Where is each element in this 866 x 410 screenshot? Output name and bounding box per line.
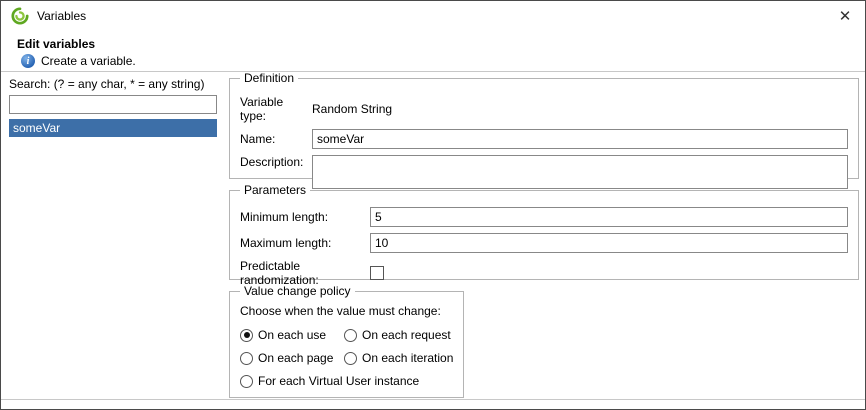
radio-label: On each use [258, 328, 326, 342]
radio-label: On each iteration [362, 351, 453, 365]
radio-label: On each page [258, 351, 333, 365]
list-item[interactable]: someVar [9, 119, 217, 137]
variable-type-value: Random String [312, 102, 848, 116]
window-title: Variables [37, 9, 86, 23]
name-label: Name: [240, 132, 312, 146]
name-input[interactable] [312, 129, 848, 149]
maximum-length-row: Maximum length: [240, 233, 848, 253]
radio-button-icon [344, 352, 357, 365]
radio-on-each-use[interactable]: On each use [240, 328, 344, 342]
variable-type-row: Variable type: Random String [240, 95, 848, 123]
variable-list[interactable]: someVar [9, 119, 217, 401]
footer-separator [1, 399, 865, 400]
policy-prompt: Choose when the value must change: [240, 304, 453, 318]
variable-type-label: Variable type: [240, 95, 312, 123]
list-item-label: someVar [13, 121, 60, 135]
value-change-policy-group: Value change policy Choose when the valu… [229, 284, 464, 398]
predictable-randomization-checkbox[interactable]: ✓ [370, 266, 384, 280]
radio-button-icon [240, 329, 253, 342]
minimum-length-input[interactable] [370, 207, 848, 227]
search-label: Search: (? = any char, * = any string) [9, 77, 217, 91]
definition-group: Definition Variable type: Random String … [229, 71, 859, 179]
parameters-group: Parameters Minimum length: Maximum lengt… [229, 183, 859, 280]
policy-options: On each use On each request On each page… [240, 328, 453, 388]
predictable-randomization-row: Predictable randomization: ✓ [240, 259, 848, 287]
radio-for-each-virtual-user-instance[interactable]: For each Virtual User instance [240, 374, 453, 388]
radio-button-icon [240, 352, 253, 365]
info-icon: i [21, 54, 35, 68]
radio-button-icon [240, 375, 253, 388]
radio-button-icon [344, 329, 357, 342]
maximum-length-label: Maximum length: [240, 236, 370, 250]
description-label: Description: [240, 155, 312, 169]
title-bar: Variables ✕ [1, 1, 865, 31]
radio-on-each-request[interactable]: On each request [344, 328, 453, 342]
radio-label: For each Virtual User instance [258, 374, 419, 388]
variable-list-panel: Search: (? = any char, * = any string) s… [9, 77, 217, 401]
page-title: Edit variables [17, 37, 95, 51]
minimum-length-row: Minimum length: [240, 207, 848, 227]
app-logo-icon [11, 7, 29, 25]
variables-dialog: Variables ✕ Edit variables i Create a va… [0, 0, 866, 410]
close-button[interactable]: ✕ [831, 3, 859, 29]
predictable-randomization-label: Predictable randomization: [240, 259, 370, 287]
value-change-policy-legend: Value change policy [240, 284, 355, 298]
parameters-legend: Parameters [240, 183, 310, 197]
radio-label: On each request [362, 328, 451, 342]
name-row: Name: [240, 129, 848, 149]
hint-text: Create a variable. [41, 54, 136, 68]
maximum-length-input[interactable] [370, 233, 848, 253]
definition-legend: Definition [240, 71, 298, 85]
radio-on-each-iteration[interactable]: On each iteration [344, 351, 453, 365]
hint-row: i Create a variable. [21, 54, 136, 68]
search-input[interactable] [9, 95, 217, 114]
minimum-length-label: Minimum length: [240, 210, 370, 224]
radio-on-each-page[interactable]: On each page [240, 351, 344, 365]
